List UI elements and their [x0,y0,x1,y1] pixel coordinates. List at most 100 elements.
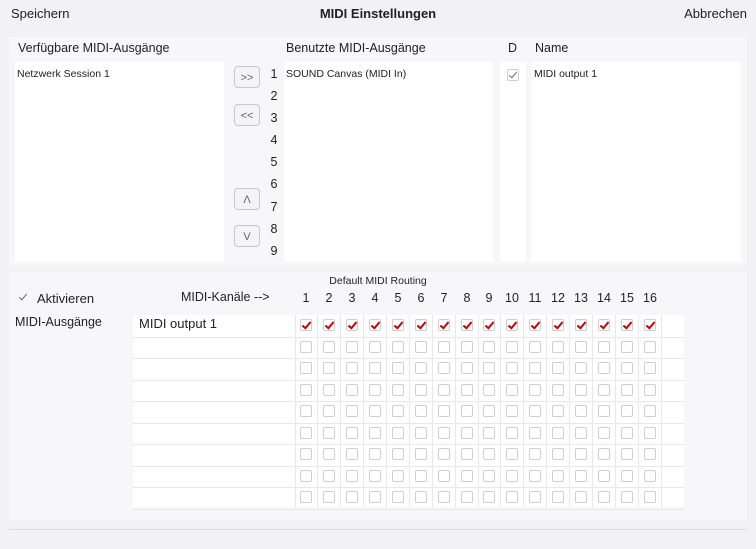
routing-checkbox[interactable] [323,384,335,396]
routing-checkbox[interactable] [598,341,610,353]
routing-checkbox[interactable] [346,448,358,460]
routing-checkbox[interactable] [461,470,473,482]
routing-checkbox[interactable] [644,362,656,374]
routing-checkbox[interactable] [438,341,450,353]
d-checkbox[interactable] [507,69,519,81]
routing-checkbox[interactable] [598,491,610,503]
routing-checkbox[interactable] [575,362,587,374]
routing-checkbox[interactable] [346,427,358,439]
routing-checkbox[interactable] [438,427,450,439]
routing-checkbox[interactable] [300,491,312,503]
routing-checkbox[interactable] [323,405,335,417]
routing-checkbox[interactable] [529,491,541,503]
routing-checkbox[interactable] [644,384,656,396]
list-item[interactable]: Netzwerk Session 1 [17,68,110,80]
routing-checkbox[interactable] [323,341,335,353]
routing-checkbox[interactable] [621,427,633,439]
routing-checkbox[interactable] [575,341,587,353]
routing-checkbox[interactable] [552,384,564,396]
routing-checkbox[interactable] [483,491,495,503]
routing-checkbox[interactable] [392,341,404,353]
routing-checkbox[interactable] [369,448,381,460]
routing-checkbox[interactable] [644,341,656,353]
routing-checkbox[interactable] [415,491,427,503]
routing-checkbox[interactable] [621,405,633,417]
used-outputs-list[interactable]: SOUND Canvas (MIDI In) [284,62,493,262]
routing-checkbox[interactable] [438,319,450,331]
routing-checkbox[interactable] [438,384,450,396]
move-down-button[interactable]: V [234,225,260,247]
routing-checkbox[interactable] [415,470,427,482]
routing-checkbox[interactable] [552,491,564,503]
routing-checkbox[interactable] [621,319,633,331]
routing-checkbox[interactable] [438,491,450,503]
routing-checkbox[interactable] [621,470,633,482]
routing-checkbox[interactable] [552,427,564,439]
routing-checkbox[interactable] [415,448,427,460]
routing-checkbox[interactable] [461,427,473,439]
routing-checkbox[interactable] [575,427,587,439]
routing-checkbox[interactable] [644,470,656,482]
routing-checkbox[interactable] [300,405,312,417]
routing-checkbox[interactable] [552,448,564,460]
routing-checkbox[interactable] [529,341,541,353]
routing-checkbox[interactable] [529,384,541,396]
routing-checkbox[interactable] [506,341,518,353]
routing-checkbox[interactable] [323,470,335,482]
routing-checkbox[interactable] [644,491,656,503]
routing-checkbox[interactable] [323,448,335,460]
routing-checkbox[interactable] [369,319,381,331]
routing-checkbox[interactable] [575,384,587,396]
routing-checkbox[interactable] [529,427,541,439]
routing-checkbox[interactable] [461,341,473,353]
routing-checkbox[interactable] [300,341,312,353]
remove-output-button[interactable]: << [234,104,260,126]
routing-checkbox[interactable] [506,448,518,460]
routing-checkbox[interactable] [598,448,610,460]
routing-checkbox[interactable] [461,448,473,460]
routing-checkbox[interactable] [392,319,404,331]
routing-checkbox[interactable] [483,384,495,396]
routing-checkbox[interactable] [644,448,656,460]
routing-checkbox[interactable] [575,470,587,482]
activate-checkbox[interactable] [18,292,30,304]
routing-checkbox[interactable] [415,362,427,374]
routing-checkbox[interactable] [346,319,358,331]
routing-checkbox[interactable] [552,405,564,417]
routing-checkbox[interactable] [598,470,610,482]
output-name[interactable]: MIDI output 1 [534,68,597,80]
routing-checkbox[interactable] [346,341,358,353]
routing-checkbox[interactable] [552,362,564,374]
routing-checkbox[interactable] [323,491,335,503]
routing-checkbox[interactable] [483,405,495,417]
routing-checkbox[interactable] [552,470,564,482]
routing-checkbox[interactable] [438,362,450,374]
routing-checkbox[interactable] [392,405,404,417]
routing-checkbox[interactable] [621,384,633,396]
routing-checkbox[interactable] [529,362,541,374]
routing-checkbox[interactable] [438,470,450,482]
routing-checkbox[interactable] [300,427,312,439]
routing-checkbox[interactable] [461,491,473,503]
routing-checkbox[interactable] [300,384,312,396]
routing-checkbox[interactable] [369,470,381,482]
routing-checkbox[interactable] [346,362,358,374]
routing-checkbox[interactable] [346,470,358,482]
routing-checkbox[interactable] [644,427,656,439]
routing-checkbox[interactable] [621,341,633,353]
routing-checkbox[interactable] [369,427,381,439]
routing-checkbox[interactable] [346,405,358,417]
routing-checkbox[interactable] [392,427,404,439]
routing-checkbox[interactable] [506,384,518,396]
cancel-button[interactable]: Abbrechen [684,6,747,21]
routing-checkbox[interactable] [506,405,518,417]
routing-checkbox[interactable] [506,470,518,482]
routing-checkbox[interactable] [438,405,450,417]
routing-checkbox[interactable] [300,470,312,482]
routing-checkbox[interactable] [483,427,495,439]
routing-checkbox[interactable] [575,405,587,417]
routing-checkbox[interactable] [552,341,564,353]
routing-checkbox[interactable] [300,362,312,374]
routing-checkbox[interactable] [598,362,610,374]
routing-checkbox[interactable] [483,448,495,460]
